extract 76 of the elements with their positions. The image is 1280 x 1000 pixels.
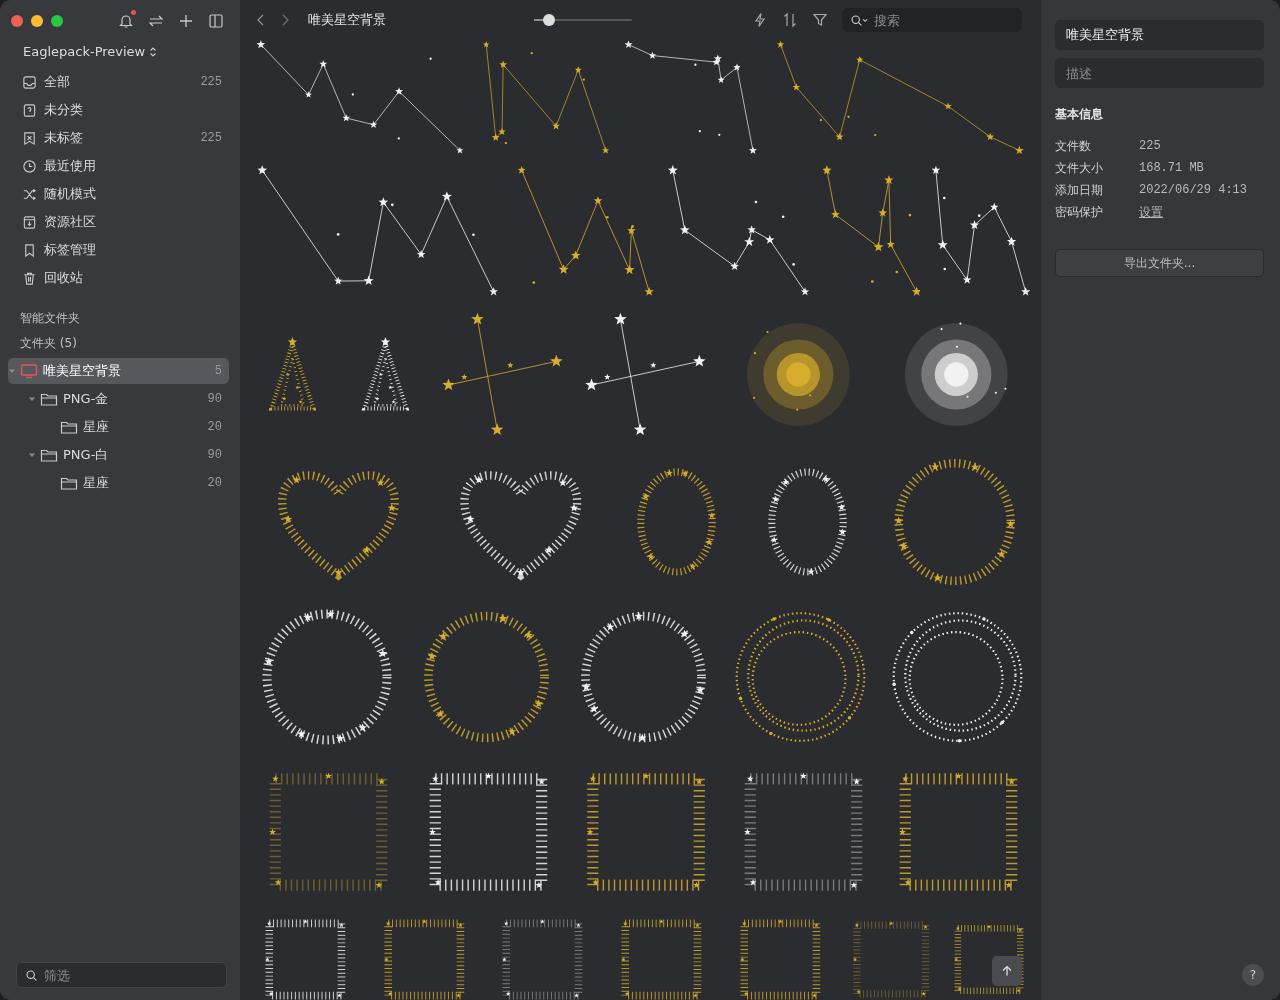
set-password-link[interactable]: 设置 (1139, 203, 1163, 221)
sidebar-item[interactable]: 回收站 (0, 264, 240, 292)
folder-name: 星座 (83, 418, 110, 436)
search-icon (25, 969, 38, 982)
folder-item[interactable]: 星座 20 (8, 470, 229, 496)
library-switcher[interactable]: Eaglepack-Preview (23, 44, 158, 59)
sidebar-item[interactable]: 资源社区 (0, 208, 240, 236)
info-value: 225 (1139, 139, 1161, 153)
scroll-to-top-button[interactable] (992, 956, 1022, 986)
info-label: 添加日期 (1055, 181, 1104, 199)
item-count: 90 (207, 448, 222, 462)
folder-name: 星座 (83, 474, 110, 492)
sidebar-item[interactable]: 未分类 (0, 96, 240, 124)
item-count: 20 (207, 476, 222, 490)
info-label: 密码保护 (1055, 203, 1104, 221)
folder-icon (60, 419, 78, 435)
folder-icon (40, 447, 58, 463)
folder-item[interactable]: PNG-金 90 (8, 386, 229, 412)
folder-name: PNG-白 (63, 446, 110, 464)
trash-icon (22, 270, 37, 286)
item-count: 5 (214, 364, 222, 378)
filter-icon[interactable] (812, 12, 828, 28)
sidebar-item[interactable]: 最近使用 (0, 152, 240, 180)
folder-item[interactable]: 星座 20 (8, 414, 229, 440)
zoom-button[interactable] (51, 15, 63, 27)
caret-icon[interactable] (28, 395, 36, 403)
search-field[interactable]: 搜索 (842, 8, 1022, 32)
sync-icon[interactable] (148, 13, 164, 29)
section-heading: 基本信息 (1055, 106, 1104, 123)
item-count: 20 (207, 420, 222, 434)
notification-button[interactable] (118, 13, 134, 29)
folder-name: PNG-金 (63, 390, 110, 408)
info-value: 168.71 MB (1139, 161, 1204, 175)
sidebar-toggle-icon[interactable] (208, 13, 224, 29)
add-icon[interactable] (178, 13, 194, 29)
back-icon[interactable] (256, 13, 266, 27)
export-folder-button[interactable]: 导出文件夹... (1055, 249, 1264, 277)
folder-name: 唯美星空背景 (43, 362, 122, 380)
shuffle-icon (22, 186, 37, 202)
zoom-slider[interactable] (534, 13, 632, 27)
section-label: 智能文件夹 (20, 310, 81, 327)
download-box-icon (22, 214, 37, 230)
info-label: 文件数 (1055, 137, 1092, 155)
tag-x-icon (22, 130, 37, 146)
sort-icon[interactable] (782, 12, 798, 28)
section-label: 文件夹 (5) (20, 335, 78, 352)
folder-item[interactable]: PNG-白 90 (8, 442, 229, 468)
monitor-icon (20, 363, 38, 379)
item-count: 90 (207, 392, 222, 406)
caret-icon[interactable] (28, 451, 36, 459)
question-icon (22, 102, 37, 118)
folder-icon (40, 391, 58, 407)
search-icon[interactable] (848, 14, 870, 27)
chevron-up-down-icon (149, 45, 158, 58)
sidebar-item[interactable]: 随机模式 (0, 180, 240, 208)
close-button[interactable] (11, 15, 23, 27)
folder-item[interactable]: 唯美星空背景 5 (8, 358, 229, 384)
sidebar-item[interactable]: 未标签 225 (0, 124, 240, 152)
info-value: 2022/06/29 4:13 (1139, 183, 1248, 197)
sidebar-item[interactable]: 全部 225 (0, 68, 240, 96)
clock-icon (22, 158, 37, 174)
description-field[interactable]: 描述 (1055, 58, 1264, 88)
folder-title: 唯美星空背景 (308, 11, 386, 29)
inbox-icon (22, 74, 37, 90)
forward-icon[interactable] (280, 13, 290, 27)
bookmark-icon (22, 242, 37, 258)
arrow-up-icon (1000, 964, 1014, 978)
minimize-button[interactable] (31, 15, 43, 27)
name-field[interactable]: 唯美星空背景 (1055, 20, 1264, 50)
lightning-icon[interactable] (752, 12, 768, 28)
filter-field[interactable]: 筛选 (16, 962, 227, 988)
folder-icon (60, 475, 78, 491)
sidebar-item[interactable]: 标签管理 (0, 236, 240, 264)
help-button[interactable]: ? (1242, 964, 1264, 986)
slider-thumb[interactable] (542, 14, 555, 26)
info-label: 文件大小 (1055, 159, 1104, 177)
